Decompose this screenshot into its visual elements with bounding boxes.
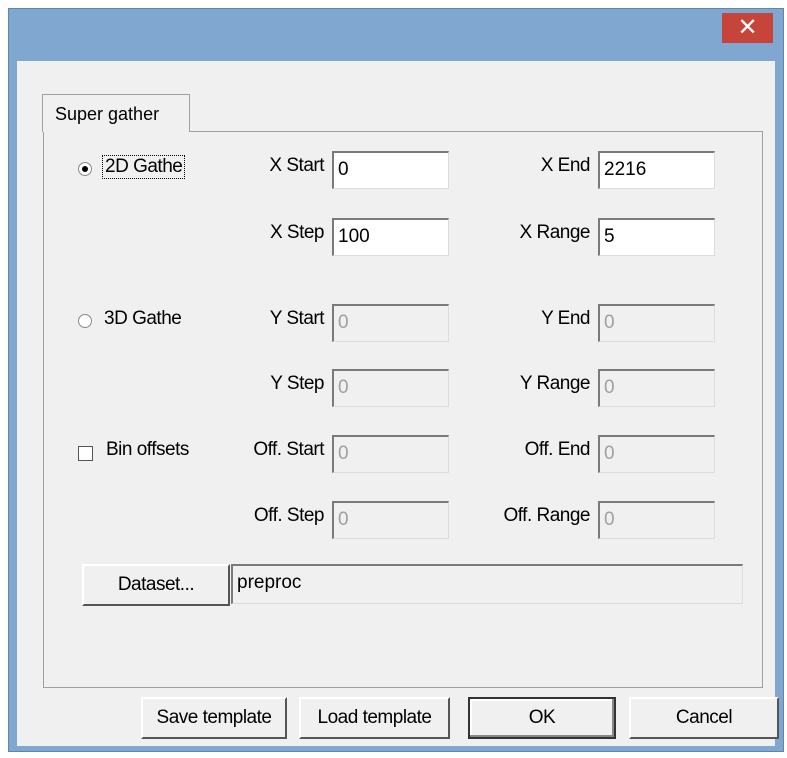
- x-step-label: X Step: [269, 222, 325, 243]
- dataset-button[interactable]: Dataset...: [82, 564, 230, 606]
- y-start-input[interactable]: 0: [332, 304, 449, 342]
- save-template-button[interactable]: Save template: [141, 697, 287, 739]
- y-step-input[interactable]: 0: [332, 369, 449, 407]
- off-start-input[interactable]: 0: [332, 435, 449, 473]
- tab-label: Super gather: [55, 104, 160, 124]
- title-bar: ✕: [9, 9, 783, 61]
- y-start-label: Y Start: [269, 308, 325, 329]
- dataset-path-field: preproc: [231, 564, 743, 604]
- off-step-label: Off. Step: [253, 505, 325, 526]
- dialog-window: ✕ Super gather 2D Gathe X Start 0 X End …: [8, 8, 784, 752]
- radio-2d-gather[interactable]: [78, 162, 92, 176]
- bin-offsets-checkbox[interactable]: [78, 446, 93, 461]
- dialog-client-area: Super gather 2D Gathe X Start 0 X End 22…: [17, 61, 779, 746]
- radio-3d-gather-label[interactable]: 3D Gathe: [104, 308, 182, 330]
- x-end-label: X End: [540, 155, 591, 176]
- x-start-input[interactable]: 0: [332, 151, 449, 189]
- y-step-label: Y Step: [270, 373, 324, 394]
- close-icon: ✕: [737, 14, 758, 41]
- x-step-input[interactable]: 100: [332, 218, 449, 256]
- bin-offsets-label[interactable]: Bin offsets: [106, 439, 189, 461]
- off-end-label: Off. End: [524, 439, 591, 460]
- x-start-label: X Start: [269, 155, 324, 176]
- close-button[interactable]: ✕: [722, 13, 773, 43]
- off-end-input[interactable]: 0: [598, 435, 715, 473]
- y-range-input[interactable]: 0: [598, 369, 715, 407]
- off-start-label: Off. Start: [253, 439, 324, 460]
- tab-super-gather[interactable]: Super gather: [42, 94, 190, 132]
- y-end-input[interactable]: 0: [598, 304, 715, 342]
- cancel-button[interactable]: Cancel: [629, 697, 779, 739]
- off-step-input[interactable]: 0: [332, 501, 449, 539]
- radio-3d-gather[interactable]: [78, 314, 92, 328]
- ok-button[interactable]: OK: [468, 697, 616, 739]
- radio-2d-gather-label[interactable]: 2D Gathe: [102, 155, 186, 179]
- y-end-label: Y End: [541, 308, 590, 329]
- tab-panel: 2D Gathe X Start 0 X End 2216 X Step 100…: [43, 131, 763, 688]
- load-template-button[interactable]: Load template: [299, 697, 450, 739]
- x-range-label: X Range: [519, 222, 591, 243]
- y-range-label: Y Range: [519, 373, 591, 394]
- radio-selected-dot: [82, 166, 88, 172]
- off-range-label: Off. Range: [503, 505, 590, 526]
- x-range-input[interactable]: 5: [598, 218, 715, 256]
- off-range-input[interactable]: 0: [598, 501, 715, 539]
- x-end-input[interactable]: 2216: [598, 151, 715, 189]
